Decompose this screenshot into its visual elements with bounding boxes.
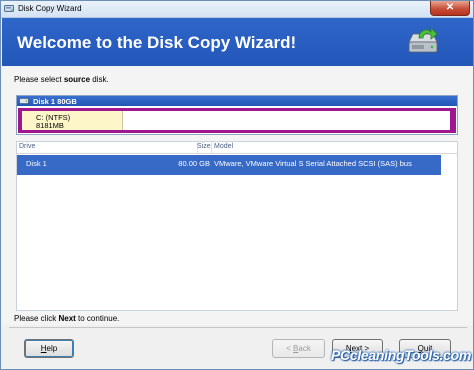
disk-map-panel[interactable]: Disk 1 80GB C: (NTFS) 8181MB xyxy=(16,95,458,135)
hard-disk-icon xyxy=(19,98,29,104)
window-title: Disk Copy Wizard xyxy=(18,4,82,13)
cell-model: VMware, VMware Virtual S Serial Attached… xyxy=(214,159,412,168)
app-icon xyxy=(4,5,14,12)
wizard-header: Welcome to the Disk Copy Wizard! xyxy=(2,18,473,66)
column-header-drive[interactable]: Drive xyxy=(19,143,35,150)
cell-size: 80.00 GB xyxy=(178,159,210,168)
back-button[interactable]: < Back xyxy=(272,339,325,358)
column-header-size[interactable]: Size xyxy=(197,143,211,150)
table-header: Drive Size Model xyxy=(17,142,457,154)
cell-drive: Disk 1 xyxy=(26,159,47,168)
footer-divider xyxy=(9,327,467,328)
column-divider[interactable] xyxy=(211,142,212,153)
partition-area: C: (NTFS) 8181MB xyxy=(22,111,450,130)
select-source-label: Please select source disk. xyxy=(14,75,109,84)
partition-size: 8181MB xyxy=(36,121,64,130)
disk-header-bar[interactable]: Disk 1 80GB xyxy=(17,96,457,106)
disk-table[interactable]: Drive Size Model Disk 1 80.00 GB VMware,… xyxy=(16,141,458,311)
page-title: Welcome to the Disk Copy Wizard! xyxy=(17,33,297,52)
disk-copy-wizard-window: Disk Copy Wizard ✕ Welcome to the Disk C… xyxy=(0,0,474,370)
partition-c[interactable]: C: (NTFS) 8181MB xyxy=(22,111,123,130)
close-button[interactable]: ✕ xyxy=(430,1,470,16)
title-bar[interactable]: Disk Copy Wizard ✕ xyxy=(1,1,473,18)
watermark: PCcleaningTools.com xyxy=(331,347,472,363)
column-header-model[interactable]: Model xyxy=(214,143,233,150)
continue-hint: Please click Next to continue. xyxy=(14,314,120,323)
help-button[interactable]: Help xyxy=(24,339,74,358)
close-icon: ✕ xyxy=(445,2,455,13)
disk-copy-icon xyxy=(408,27,438,53)
disk-label: Disk 1 80GB xyxy=(33,97,77,106)
table-row[interactable]: Disk 1 80.00 GB VMware, VMware Virtual S… xyxy=(17,155,441,175)
partition-row[interactable]: C: (NTFS) 8181MB xyxy=(18,108,456,133)
